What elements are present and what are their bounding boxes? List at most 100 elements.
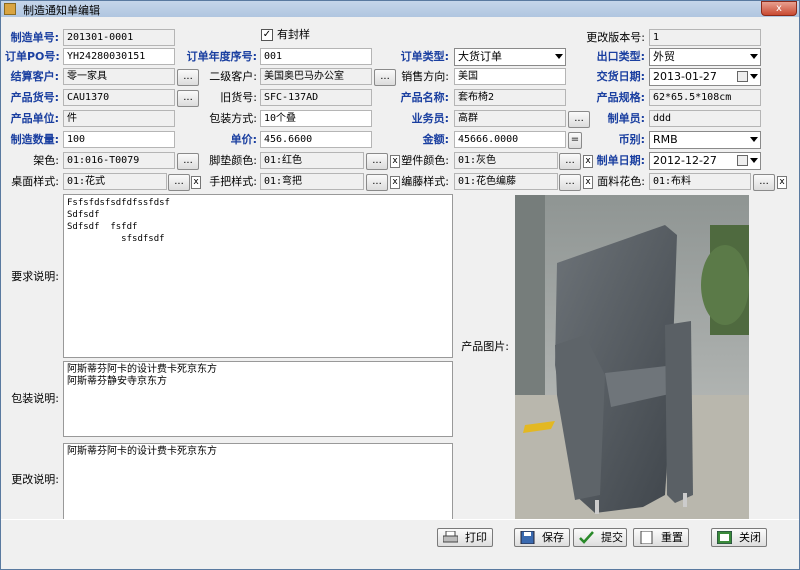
manufacture-no-field[interactable]: 201301-0001 [63, 29, 175, 46]
action-bar: 打印 保存 提交 重置 关闭 [1, 519, 799, 553]
amount-label: 金额: [422, 133, 449, 146]
table-style-lookup-button[interactable]: ... [168, 174, 190, 191]
export-type-select[interactable]: 外贸 [649, 48, 761, 66]
settle-customer-lookup-button[interactable]: ... [177, 69, 199, 86]
handle-style-label: 手把样式: [209, 175, 257, 188]
salesperson-label: 业务员: [411, 112, 449, 125]
sub-customer-field[interactable]: 美国奥巴马办公室 [260, 68, 372, 85]
product-name-label: 产品名称: [400, 91, 449, 104]
order-year-seq-field[interactable]: 001 [260, 48, 372, 65]
save-label: 保存 [542, 531, 564, 544]
delivery-date-picker[interactable]: 2013-01-27 [649, 68, 761, 86]
requirements-label: 要求说明: [11, 270, 59, 283]
sub-customer-label: 二级客户: [209, 70, 257, 83]
quantity-label: 制造数量: [10, 133, 59, 146]
close-button[interactable]: 关闭 [711, 528, 767, 547]
order-type-label: 订单类型: [400, 50, 449, 63]
product-unit-field[interactable]: 件 [63, 110, 175, 127]
handle-style-field[interactable]: 01:弯把 [260, 173, 364, 190]
packing-desc-textarea[interactable]: 阿斯蒂芬阿卡的设计费卡死京东方 阿斯蒂芬静安寺京东方 [63, 361, 453, 437]
order-type-select[interactable]: 大货订单 [454, 48, 566, 66]
sealed-sample-label: 有封样 [277, 28, 310, 41]
old-no-field[interactable]: SFC-137AD [260, 89, 372, 106]
chevron-down-icon [750, 158, 758, 163]
salesperson-field[interactable]: 高群 [454, 110, 566, 127]
fabric-pattern-field[interactable]: 01:布料 [649, 173, 751, 190]
notice-form: 制造单号: 201301-0001 ✓ 有封样 更改版本号: 1 订单PO号: … [1, 17, 799, 569]
product-image-label: 产品图片: [461, 340, 509, 353]
calendar-icon [737, 71, 748, 82]
create-date-value: 2012-12-27 [653, 154, 717, 167]
product-name-field[interactable]: 套布椅2 [454, 89, 566, 106]
reset-button[interactable]: 重置 [633, 528, 689, 547]
revision-label: 更改版本号: [586, 31, 645, 44]
chevron-down-icon [555, 54, 563, 59]
window-close-button[interactable]: x [761, 1, 797, 16]
foot-pad-color-label: 脚垫颜色: [209, 154, 257, 167]
creator-field[interactable]: ddd [649, 110, 761, 127]
settle-customer-field[interactable]: 零一家具 [63, 68, 175, 85]
currency-select[interactable]: RMB [649, 131, 761, 149]
chevron-down-icon [750, 74, 758, 79]
revision-field[interactable]: 1 [649, 29, 761, 46]
chevron-down-icon [750, 54, 758, 59]
product-image[interactable] [515, 195, 749, 521]
fabric-pattern-label: 面料花色: [597, 175, 645, 188]
frame-color-lookup-button[interactable]: ... [177, 153, 199, 170]
checkmark-icon [579, 531, 594, 544]
create-date-label: 制单日期: [596, 154, 645, 167]
title-bar: 制造通知单编辑 x [1, 1, 799, 17]
fabric-pattern-clear-button[interactable]: x [777, 176, 787, 189]
packing-label: 包装方式: [209, 112, 257, 125]
blank-page-icon [640, 531, 653, 544]
close-label: 关闭 [739, 531, 761, 544]
packing-field[interactable]: 10个叠 [260, 110, 372, 127]
product-no-field[interactable]: CAU1370 [63, 89, 175, 106]
requirements-textarea[interactable]: Fsfsfdsfsdfdfssfdsf Sdfsdf Sdfsdf fsfdf … [63, 194, 453, 358]
table-style-label: 桌面样式: [11, 175, 59, 188]
export-type-value: 外贸 [653, 50, 675, 63]
table-style-clear-button[interactable]: x [191, 176, 201, 189]
submit-label: 提交 [601, 531, 623, 544]
order-po-label: 订单PO号: [5, 50, 60, 63]
fabric-pattern-lookup-button[interactable]: ... [753, 174, 775, 191]
packing-desc-label: 包装说明: [11, 392, 59, 405]
table-style-field[interactable]: 01:花式 [63, 173, 167, 190]
submit-button[interactable]: 提交 [573, 528, 627, 547]
order-type-value: 大货订单 [458, 50, 502, 63]
plastic-color-field[interactable]: 01:灰色 [454, 152, 558, 169]
sales-direction-field[interactable]: 美国 [454, 68, 566, 85]
sales-direction-label: 销售方向: [401, 70, 449, 83]
product-unit-label: 产品单位: [10, 112, 59, 125]
amount-field[interactable]: 45666.0000 [454, 131, 566, 148]
weave-style-label: 编藤样式: [401, 175, 449, 188]
save-button[interactable]: 保存 [514, 528, 570, 547]
foot-pad-color-field[interactable]: 01:红色 [260, 152, 364, 169]
change-desc-textarea[interactable]: 阿斯蒂芬阿卡的设计费卡死京东方 [63, 443, 453, 521]
plastic-color-label: 塑件颜色: [401, 154, 449, 167]
chair-photo [515, 195, 749, 521]
manufacture-no-label: 制造单号: [10, 31, 59, 44]
product-spec-field[interactable]: 62*65.5*108cm [649, 89, 761, 106]
edit-window: 制造通知单编辑 x 制造单号: 201301-0001 ✓ 有封样 更改版本号:… [0, 0, 800, 570]
quantity-field[interactable]: 100 [63, 131, 175, 148]
settle-customer-label: 结算客户: [10, 70, 59, 83]
frame-color-field[interactable]: 01:016-T0079 [63, 152, 175, 169]
sealed-sample-checkbox[interactable]: ✓ [261, 29, 273, 41]
order-po-field[interactable]: YH24280030151 [63, 48, 175, 65]
unit-price-label: 单价: [230, 133, 257, 146]
exit-icon [717, 531, 732, 544]
creator-label: 制单员: [607, 112, 645, 125]
unit-price-field[interactable]: 456.6600 [260, 131, 372, 148]
old-no-label: 旧货号: [220, 91, 257, 104]
create-date-picker[interactable]: 2012-12-27 [649, 152, 761, 170]
window-title: 制造通知单编辑 [23, 4, 100, 17]
weave-style-field[interactable]: 01:花色编藤 [454, 173, 558, 190]
export-type-label: 出口类型: [596, 50, 645, 63]
order-year-seq-label: 订单年度序号: [186, 50, 257, 63]
printer-icon [443, 531, 458, 543]
frame-color-label: 架色: [33, 154, 59, 167]
product-no-lookup-button[interactable]: ... [177, 90, 199, 107]
app-icon [4, 3, 16, 15]
print-button[interactable]: 打印 [437, 528, 493, 547]
